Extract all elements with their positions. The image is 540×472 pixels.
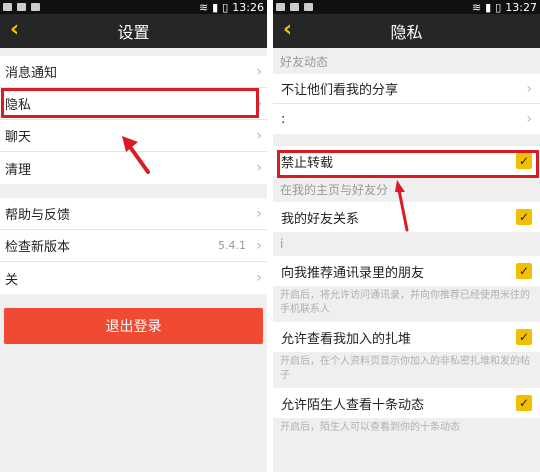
image-icon <box>290 3 299 11</box>
settings-item-about[interactable]: 关 › <box>0 262 267 294</box>
privacy-item-label: 不让他们看我的分享 <box>281 83 399 98</box>
signal-icon: ▮ <box>485 0 492 14</box>
chevron-right-icon: › <box>256 127 262 144</box>
privacy-screen: ≋ ▮ ▯ 13:27 ‹ 隐私 好友动态 不让他们看我的分享 › : › 禁止… <box>273 0 540 472</box>
chevron-right-icon: › <box>526 80 532 97</box>
settings-item-label: 清理 <box>5 162 32 178</box>
privacy-item-joined-groups[interactable]: 允许查看我加入的扎堆 ✓ <box>273 322 540 352</box>
settings-item-help[interactable]: 帮助与反馈 › <box>0 198 267 230</box>
privacy-item-label: : <box>281 111 286 127</box>
signal-icon: ▮ <box>212 0 219 14</box>
checkbox-checked-icon[interactable]: ✓ <box>516 153 532 169</box>
settings-item-label: 帮助与反馈 <box>5 208 71 223</box>
privacy-group-forbid: 禁止转载 ✓ <box>273 146 540 176</box>
settings-item-privacy[interactable]: 隐私 › <box>0 88 267 120</box>
privacy-item-friend-relations[interactable]: 我的好友关系 ✓ <box>273 202 540 232</box>
settings-item-label: 消息通知 <box>5 66 58 81</box>
privacy-item-forbid-repost[interactable]: 禁止转载 ✓ <box>273 146 540 176</box>
status-bar: ≋ ▮ ▯ 13:26 <box>0 0 267 14</box>
settings-screen: ≋ ▮ ▯ 13:26 ‹ 设置 消息通知 › 隐私 › 聊天 › 清理 › 帮… <box>0 0 267 472</box>
version-number: 5.4.1 <box>218 239 246 252</box>
privacy-item-recommend-contacts[interactable]: 向我推荐通讯录里的朋友 ✓ <box>273 256 540 286</box>
wifi-icon: ≋ <box>471 0 482 14</box>
section-header: 在我的主页与好友分 <box>280 182 389 197</box>
privacy-item-label: 我的好友关系 <box>281 211 360 227</box>
settings-item-notifications[interactable]: 消息通知 › <box>0 56 267 88</box>
item-description: 开启后，陌生人可以查看到你的十条动态 <box>280 422 460 433</box>
privacy-group-5: 允许陌生人查看十条动态 ✓ <box>273 388 540 418</box>
privacy-item-blocked[interactable]: : › <box>273 104 540 134</box>
section-header: i <box>280 237 284 251</box>
notification-icon <box>3 3 12 11</box>
settings-item-label: 隐私 <box>5 98 32 113</box>
privacy-item-label: 禁止转载 <box>281 155 334 171</box>
chevron-right-icon: › <box>256 270 262 286</box>
settings-item-label: 检查新版本 <box>5 240 71 255</box>
sd-card-icon <box>31 3 40 11</box>
chevron-right-icon: › <box>256 63 262 80</box>
settings-item-chat[interactable]: 聊天 › <box>0 120 267 152</box>
settings-item-label: 关 <box>5 272 19 288</box>
settings-item-clear[interactable]: 清理 › <box>0 152 267 184</box>
privacy-group-3: 向我推荐通讯录里的朋友 ✓ <box>273 256 540 286</box>
privacy-group-2: 我的好友关系 ✓ <box>273 202 540 232</box>
checkbox-checked-icon[interactable]: ✓ <box>516 263 532 279</box>
privacy-item-stranger-posts[interactable]: 允许陌生人查看十条动态 ✓ <box>273 388 540 418</box>
settings-item-label: 聊天 <box>5 130 32 145</box>
back-icon[interactable]: ‹ <box>10 19 19 41</box>
logout-label: 退出登录 <box>105 319 162 335</box>
checkbox-checked-icon[interactable]: ✓ <box>516 329 532 345</box>
title-bar: ‹ 隐私 <box>273 14 540 48</box>
page-title: 隐私 <box>390 23 423 42</box>
chevron-right-icon: › <box>256 95 262 112</box>
logout-button[interactable]: 退出登录 <box>4 308 263 344</box>
wifi-icon: ≋ <box>198 0 209 14</box>
checkbox-checked-icon[interactable]: ✓ <box>516 209 532 225</box>
chevron-right-icon: › <box>256 160 262 176</box>
settings-group-1: 消息通知 › 隐私 › 聊天 › 清理 › <box>0 56 267 184</box>
settings-item-check-update[interactable]: 检查新版本 5.4.1 › <box>0 230 267 262</box>
notification-icon <box>276 3 285 11</box>
clock: 13:26 <box>232 0 264 14</box>
battery-icon: ▯ <box>495 0 502 14</box>
privacy-group-4: 允许查看我加入的扎堆 ✓ <box>273 322 540 352</box>
chevron-right-icon: › <box>526 111 532 127</box>
settings-group-2: 帮助与反馈 › 检查新版本 5.4.1 › 关 › <box>0 198 267 294</box>
privacy-item-label: 允许查看我加入的扎堆 <box>281 331 412 347</box>
chevron-right-icon: › <box>256 205 262 222</box>
back-icon[interactable]: ‹ <box>283 19 292 41</box>
section-header: 好友动态 <box>280 54 329 69</box>
sd-card-icon <box>304 3 313 11</box>
privacy-item-label: 向我推荐通讯录里的朋友 <box>281 265 425 281</box>
item-description: 开启后，在个人资料页显示你加入的非私密扎堆和发的帖子 <box>280 356 530 381</box>
privacy-item-label: 允许陌生人查看十条动态 <box>281 397 425 413</box>
chevron-right-icon: › <box>256 237 262 254</box>
privacy-group-1: 不让他们看我的分享 › : › <box>273 74 540 134</box>
image-icon <box>17 3 26 11</box>
status-bar: ≋ ▮ ▯ 13:27 <box>273 0 540 14</box>
privacy-item-hide-shares[interactable]: 不让他们看我的分享 › <box>273 74 540 104</box>
title-bar: ‹ 设置 <box>0 14 267 48</box>
checkbox-checked-icon[interactable]: ✓ <box>516 395 532 411</box>
battery-icon: ▯ <box>222 0 229 14</box>
item-description: 开启后，将允许访问通讯录，并向你推荐已经使用米往的手机联系人 <box>280 290 530 315</box>
page-title: 设置 <box>117 23 150 42</box>
clock: 13:27 <box>505 0 537 14</box>
